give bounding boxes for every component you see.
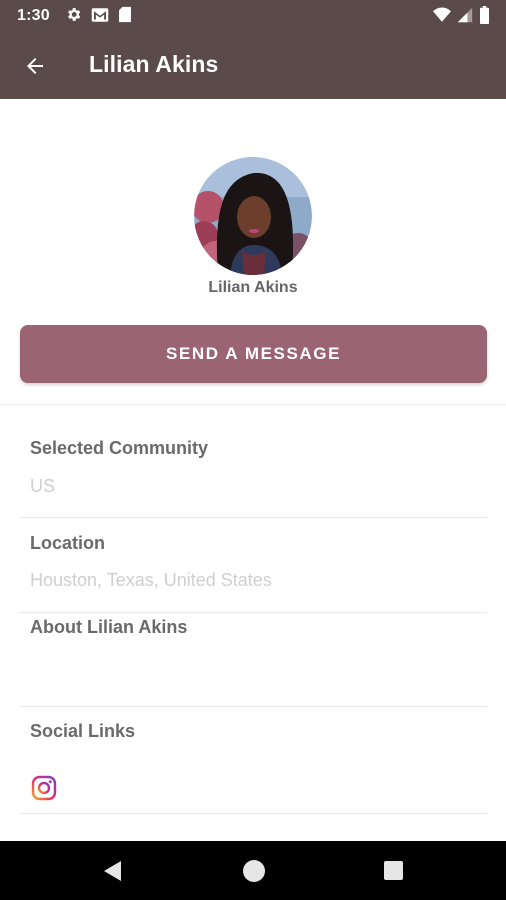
send-message-button[interactable]: SEND A MESSAGE [20, 325, 487, 383]
navigation-bar [0, 841, 506, 900]
system-icons [433, 6, 490, 24]
location-value: Houston, Texas, United States [30, 570, 272, 590]
avatar [194, 157, 312, 275]
wifi-icon [433, 7, 451, 22]
divider [20, 706, 487, 707]
gmail-icon [91, 7, 109, 22]
battery-icon [480, 6, 489, 24]
recents-square-icon[interactable] [384, 861, 403, 880]
community-value: US [30, 476, 56, 496]
divider [20, 517, 487, 518]
sd-card-icon [119, 6, 131, 23]
profile-name: Lilian Akins [208, 279, 298, 296]
divider [20, 813, 487, 814]
divider [0, 404, 506, 405]
back-button[interactable] [14, 45, 56, 87]
community-label: Selected Community [30, 438, 209, 458]
profile-photo [194, 157, 312, 275]
status-time: 1:30 [17, 7, 50, 24]
divider [20, 612, 487, 613]
app-bar: Lilian Akins [0, 32, 506, 99]
location-label: Location [30, 533, 105, 553]
signal-icon [457, 7, 473, 23]
instagram-link[interactable] [31, 775, 57, 801]
notification-icons [65, 6, 132, 23]
back-triangle-icon[interactable] [100, 858, 126, 884]
social-links-label: Social Links [30, 721, 136, 741]
page-title: Lilian Akins [89, 51, 219, 77]
about-label: About Lilian Akins [30, 617, 188, 637]
home-circle-icon[interactable] [243, 860, 265, 882]
status-bar: 1:30 [0, 0, 506, 32]
instagram-icon [31, 775, 57, 801]
arrow-back-icon [27, 58, 43, 74]
settings-icon [68, 8, 81, 21]
